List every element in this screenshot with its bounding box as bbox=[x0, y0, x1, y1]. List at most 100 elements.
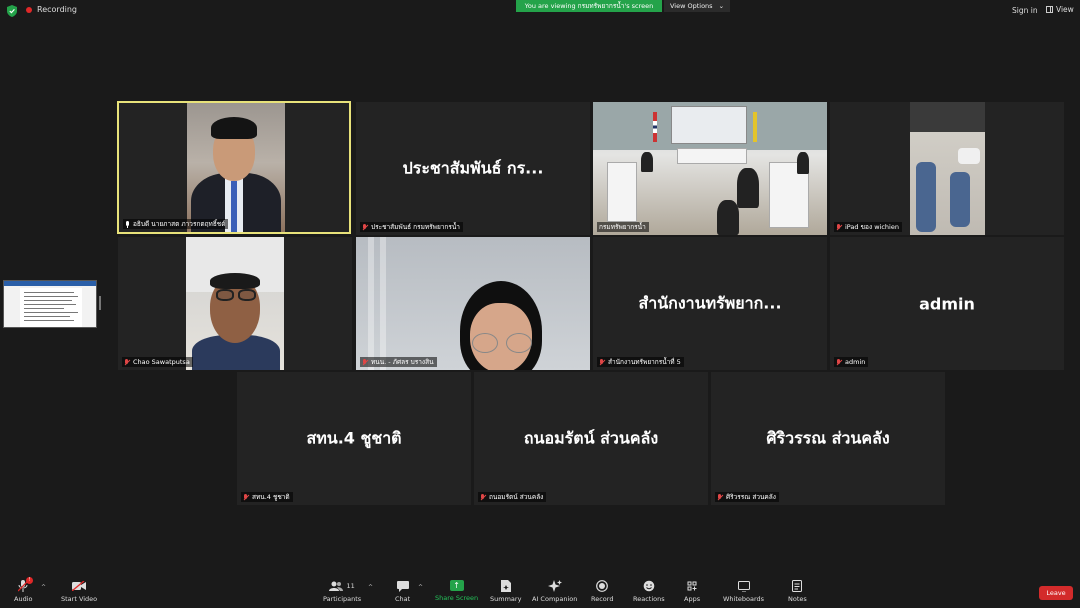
participant-name-tag: สำนักงานทรัพยากรน้ำที่ 5 bbox=[597, 357, 684, 367]
leave-button[interactable]: Leave bbox=[1039, 586, 1073, 600]
notes-label: Notes bbox=[788, 595, 807, 603]
shield-icon[interactable] bbox=[7, 5, 17, 17]
participant-display-name: ประชาสัมพันธ์ กร... bbox=[402, 158, 544, 177]
participant-video bbox=[593, 102, 827, 235]
muted-mic-icon bbox=[836, 223, 842, 231]
participant-name: ทนน. - ภัศลร บรางสิน bbox=[371, 358, 434, 366]
participant-name-tag: ศิริวรรณ ส่วนคลัง bbox=[715, 492, 779, 502]
participants-label: Participants bbox=[323, 595, 362, 603]
participant-tile[interactable]: iPad ของ wichien bbox=[830, 102, 1064, 235]
participant-tile[interactable]: Chao Sawatputsa bbox=[118, 237, 352, 370]
participant-display-name: สทน.4 ชูชาติ bbox=[306, 428, 402, 447]
summary-label: Summary bbox=[490, 595, 522, 603]
participant-name-tag: สทน.4 ชูชาติ bbox=[241, 492, 293, 502]
share-screen-icon: ↑ bbox=[449, 580, 464, 591]
participant-name-tag: ถนอมรัตน์ ส่วนคลัง bbox=[478, 492, 547, 502]
reactions-label: Reactions bbox=[633, 595, 665, 603]
view-options-label: View Options bbox=[669, 2, 713, 10]
reactions-button[interactable]: Reactions bbox=[633, 580, 665, 603]
whiteboards-button[interactable]: Whiteboards bbox=[723, 580, 764, 603]
view-label: View bbox=[1056, 5, 1074, 14]
participant-tile[interactable]: ศิริวรรณ ส่วนคลัง ศิริวรรณ ส่วนคลัง bbox=[711, 372, 945, 505]
start-video-label: Start Video bbox=[61, 595, 98, 603]
participant-name-tag: admin bbox=[834, 357, 869, 367]
grid-view-icon bbox=[1046, 6, 1053, 13]
participant-video bbox=[187, 103, 285, 232]
presentation-board bbox=[671, 106, 747, 144]
participant-name-tag: อธิบดี นายภาสต ภาวรกตฤทธิ์ชต์ bbox=[123, 219, 229, 229]
participant-name-tag: ทนน. - ภัศลร บรางสิน bbox=[360, 357, 437, 367]
participant-tile[interactable]: อธิบดี นายภาสต ภาวรกตฤทธิ์ชต์ bbox=[117, 101, 351, 234]
screen-share-banner: You are viewing กรมทรัพยากรน้ำ's screen bbox=[516, 0, 662, 12]
muted-mic-icon bbox=[124, 358, 130, 366]
participant-tile[interactable]: กรมทรัพยากรน้ำ bbox=[593, 102, 827, 235]
participant-name-tag: กรมทรัพยากรน้ำ bbox=[597, 222, 649, 232]
participant-name: iPad ของ wichien bbox=[845, 223, 899, 231]
participant-video bbox=[356, 237, 590, 370]
muted-mic-icon bbox=[717, 493, 723, 501]
microphone-icon bbox=[125, 220, 130, 228]
recording-label: Recording bbox=[37, 5, 78, 14]
participant-display-name: สำนักงานทรัพยาก... bbox=[638, 293, 782, 312]
participant-name: Chao Sawatputsa bbox=[133, 358, 190, 366]
ai-companion-button[interactable]: AI Companion bbox=[532, 580, 577, 603]
participant-video bbox=[910, 102, 985, 235]
shared-screen-thumbnail[interactable] bbox=[3, 280, 97, 328]
notes-icon bbox=[790, 580, 804, 592]
participants-options-caret-icon[interactable]: ^ bbox=[368, 584, 373, 591]
participant-video bbox=[186, 237, 284, 370]
sign-in-button[interactable]: Sign in bbox=[1012, 6, 1038, 15]
participant-display-name: ศิริวรรณ ส่วนคลัง bbox=[766, 428, 890, 447]
participant-tile[interactable]: ประชาสัมพันธ์ กร... ประชาสัมพันธ์ กรมทรั… bbox=[356, 102, 590, 235]
participant-name-tag: Chao Sawatputsa bbox=[122, 357, 193, 367]
muted-mic-icon bbox=[362, 223, 368, 231]
participant-name: ประชาสัมพันธ์ กรมทรัพยากรน้ำ bbox=[371, 223, 460, 231]
start-video-button[interactable]: Start Video bbox=[61, 580, 97, 603]
participants-button[interactable]: 11 Participants bbox=[323, 580, 361, 603]
sparkle-icon bbox=[547, 580, 562, 592]
participant-name: admin bbox=[845, 358, 866, 366]
whiteboards-label: Whiteboards bbox=[723, 595, 765, 603]
whiteboard-icon bbox=[737, 580, 751, 592]
participant-tile[interactable]: สทน.4 ชูชาติ สทน.4 ชูชาติ bbox=[237, 372, 471, 505]
chevron-down-icon: ⌄ bbox=[718, 2, 725, 10]
participant-name: สทน.4 ชูชาติ bbox=[252, 493, 290, 501]
summary-document-icon bbox=[499, 580, 513, 592]
participant-tile[interactable]: ถนอมรัตน์ ส่วนคลัง ถนอมรัตน์ ส่วนคลัง bbox=[474, 372, 708, 505]
apps-button[interactable]: Apps bbox=[684, 580, 700, 603]
meeting-toolbar: ! Audio ^ Start Video 11 Participants ^ … bbox=[0, 575, 1080, 608]
record-label: Record bbox=[591, 595, 614, 603]
muted-mic-icon bbox=[836, 358, 842, 366]
participant-name: กรมทรัพยากรน้ำ bbox=[599, 223, 646, 231]
muted-mic-icon bbox=[243, 493, 249, 501]
view-button[interactable]: View bbox=[1046, 5, 1074, 14]
top-bar: Recording You are viewing กรมทรัพยากรน้ำ… bbox=[0, 0, 1080, 22]
warning-badge-icon: ! bbox=[26, 577, 34, 584]
share-screen-button[interactable]: ↑ Share Screen bbox=[435, 580, 478, 602]
participant-display-name: admin bbox=[919, 294, 975, 313]
muted-mic-icon bbox=[599, 358, 605, 366]
ai-companion-label: AI Companion bbox=[532, 595, 578, 603]
recording-indicator[interactable]: Recording bbox=[26, 5, 77, 14]
record-button[interactable]: Record bbox=[591, 580, 613, 603]
participant-name-tag: ประชาสัมพันธ์ กรมทรัพยากรน้ำ bbox=[360, 222, 463, 232]
participant-name-tag: iPad ของ wichien bbox=[834, 222, 902, 232]
audio-button[interactable]: ! Audio bbox=[14, 577, 34, 603]
participant-tile[interactable]: ทนน. - ภัศลร บรางสิน bbox=[356, 237, 590, 370]
chat-options-caret-icon[interactable]: ^ bbox=[418, 584, 423, 591]
notes-button[interactable]: Notes bbox=[788, 580, 807, 603]
thumbnail-resize-handle[interactable] bbox=[99, 296, 101, 310]
apps-label: Apps bbox=[684, 595, 701, 603]
audio-options-caret-icon[interactable]: ^ bbox=[41, 584, 46, 591]
participant-tile[interactable]: สำนักงานทรัพยาก... สำนักงานทรัพยากรน้ำที… bbox=[593, 237, 827, 370]
share-screen-label: Share Screen bbox=[435, 594, 479, 602]
view-options-button[interactable]: View Options ⌄ bbox=[664, 0, 730, 12]
emoji-reaction-icon bbox=[642, 580, 656, 592]
microphone-icon: ! bbox=[16, 577, 34, 592]
video-camera-off-icon bbox=[72, 580, 87, 592]
participant-tile[interactable]: admin admin bbox=[830, 237, 1064, 370]
participants-icon: 11 bbox=[327, 580, 357, 592]
chat-button[interactable]: Chat bbox=[395, 580, 410, 603]
summary-button[interactable]: Summary bbox=[490, 580, 521, 603]
audio-label: Audio bbox=[14, 595, 33, 603]
